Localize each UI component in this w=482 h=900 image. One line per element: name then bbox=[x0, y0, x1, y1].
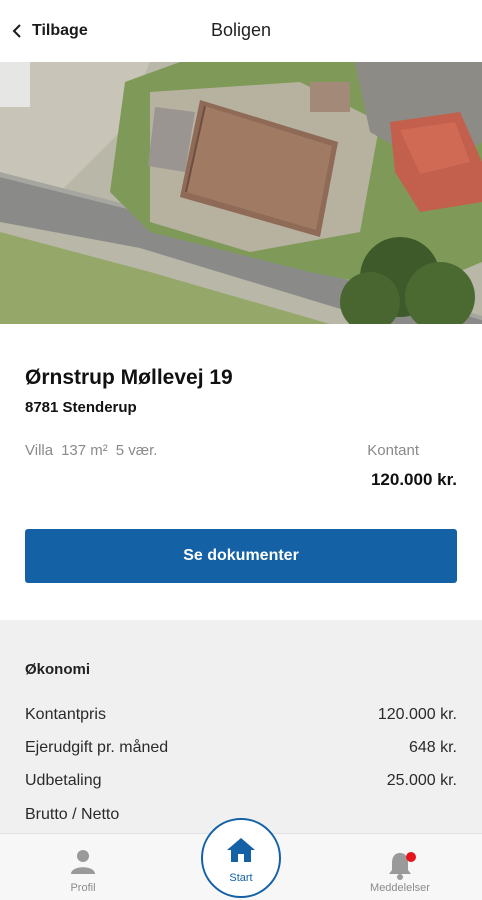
property-specs: Villa 137 m² 5 vær. bbox=[25, 442, 157, 459]
economy-row-label: Kontantpris bbox=[25, 706, 106, 723]
property-rooms: 5 vær. bbox=[115, 442, 158, 459]
economy-row: Kontantpris 120.000 kr. bbox=[25, 706, 457, 728]
aerial-image bbox=[0, 62, 482, 324]
nav-messages[interactable]: Meddelelser bbox=[350, 850, 450, 894]
property-area: 137 m² bbox=[61, 442, 108, 459]
economy-row-label: Ejerudgift pr. måned bbox=[25, 739, 169, 756]
economy-row-label: Brutto / Netto bbox=[25, 806, 120, 823]
nav-start-button[interactable]: Start bbox=[201, 818, 281, 898]
nav-profile[interactable]: Profil bbox=[33, 847, 133, 894]
economy-row-value: 25.000 kr. bbox=[386, 772, 457, 789]
economy-row: Ejerudgift pr. måned 648 kr. bbox=[25, 739, 457, 761]
property-address: Ørnstrup Møllevej 19 bbox=[25, 366, 233, 389]
economy-row: Udbetaling 25.000 kr. bbox=[25, 772, 457, 794]
top-bar: Tilbage Boligen bbox=[0, 0, 482, 62]
nav-start-label: Start bbox=[229, 872, 253, 884]
property-city: 8781 Stenderup bbox=[25, 399, 137, 416]
price-label: Kontant bbox=[367, 442, 419, 459]
notification-badge bbox=[406, 852, 416, 862]
economy-row-value: 648 kr. bbox=[408, 739, 457, 756]
economy-title: Økonomi bbox=[25, 661, 91, 678]
economy-row-value: 120.000 kr. bbox=[377, 706, 457, 723]
price-value: 120.000 kr. bbox=[370, 470, 457, 489]
person-icon bbox=[71, 850, 95, 874]
page-title: Boligen bbox=[210, 20, 272, 40]
property-photo[interactable] bbox=[0, 62, 482, 324]
see-documents-button[interactable]: Se dokumenter bbox=[25, 529, 457, 583]
property-type: Villa bbox=[25, 442, 54, 459]
home-icon bbox=[227, 838, 255, 862]
nav-profile-label: Profil bbox=[70, 882, 96, 894]
nav-messages-label: Meddelelser bbox=[370, 882, 430, 894]
economy-row-label: Udbetaling bbox=[25, 772, 102, 789]
